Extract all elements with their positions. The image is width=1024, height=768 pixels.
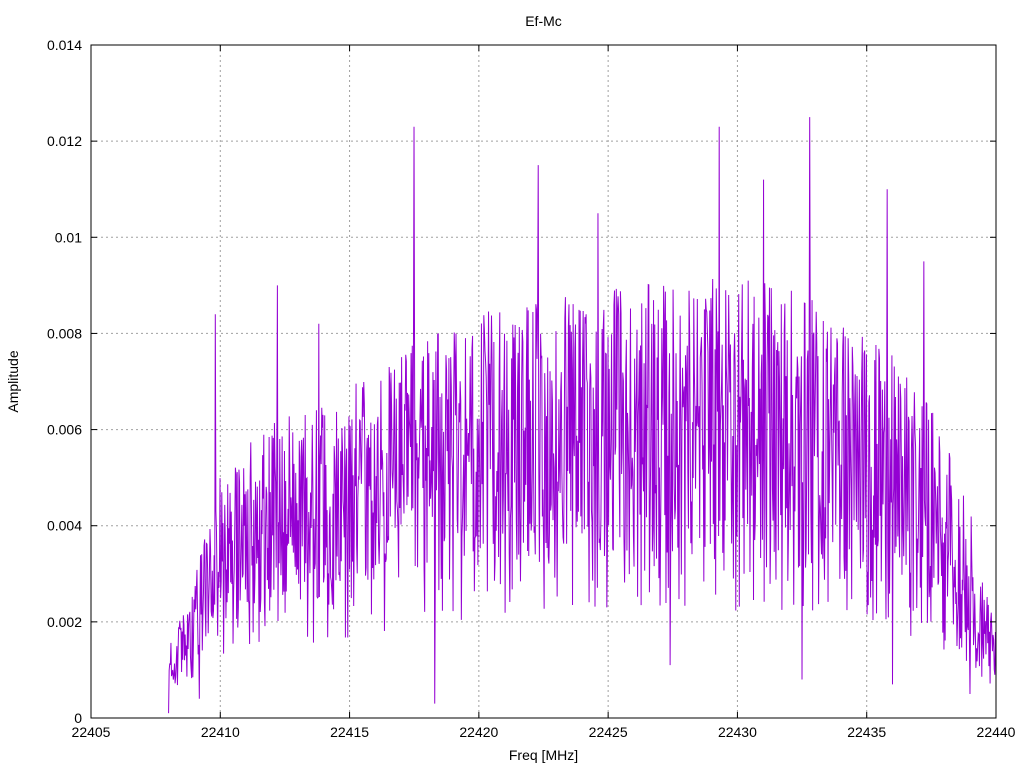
x-tick-label: 22415 [330,724,369,740]
x-tick-label: 22435 [847,724,886,740]
series-line [168,117,997,714]
x-tick-label: 22420 [459,724,498,740]
y-tick-label: 0.01 [55,229,82,245]
y-tick-label: 0.004 [47,518,82,534]
x-tick-label: 22430 [718,724,757,740]
x-tick-label: 22405 [72,724,111,740]
grid-lines [91,45,996,718]
y-tick-label: 0.006 [47,422,82,438]
y-tick-label: 0.008 [47,325,82,341]
plot-frame [90,44,997,719]
x-tick-label: 22410 [201,724,240,740]
x-tick-label: 22425 [589,724,628,740]
x-axis-label: Freq [MHz] [509,747,578,763]
y-tick-label: 0.002 [47,614,82,630]
y-tick-label: 0.012 [47,133,82,149]
y-axis-label: Amplitude [5,350,21,412]
chart-title: Ef-Mc [525,13,562,29]
plot-area [168,117,997,714]
y-tick-label: 0 [74,710,82,726]
line-chart: 22405 22410 22415 22420 22425 22430 22435 22440… [5,13,1016,763]
x-tick-label: 22440 [977,724,1016,740]
chart-container: 22405 22410 22415 22420 22425 22430 22435 22440… [0,0,1024,768]
y-tick-label: 0.014 [47,37,82,53]
